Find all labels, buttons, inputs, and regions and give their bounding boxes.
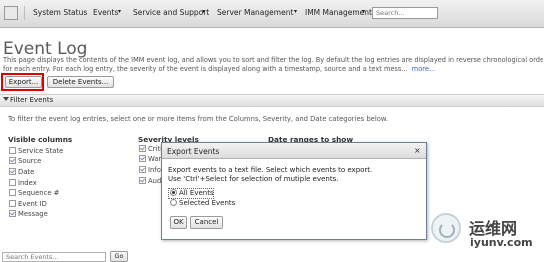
radio-all-events[interactable]: All Events bbox=[170, 189, 214, 198]
checkbox[interactable] bbox=[9, 147, 16, 154]
severity-checkbox-audit[interactable]: Audi bbox=[139, 177, 163, 186]
severity-checkbox-info[interactable]: Info bbox=[139, 166, 161, 175]
dialog-message-line: Export events to a text file. Select whi… bbox=[168, 166, 373, 174]
dialog-message: Export events to a text file. Select whi… bbox=[168, 166, 420, 184]
export-events-dialog: Export Events × Export events to a text … bbox=[161, 142, 427, 240]
checkbox-label: Service State bbox=[18, 147, 64, 155]
close-icon[interactable]: × bbox=[414, 146, 421, 155]
checkbox-checked[interactable] bbox=[9, 168, 16, 175]
nav-divider bbox=[24, 6, 25, 20]
visible-columns-heading: Visible columns bbox=[8, 135, 73, 144]
ok-button[interactable]: OK bbox=[170, 216, 187, 229]
go-button[interactable]: Go bbox=[110, 251, 128, 262]
dialog-message-line-2: Use 'Ctrl'+Select for selection of mutip… bbox=[168, 175, 339, 183]
column-checkbox-service-state[interactable]: Service State bbox=[9, 147, 63, 156]
dialog-title: Export Events bbox=[167, 147, 220, 156]
delete-events-button[interactable]: Delete Events... bbox=[47, 76, 114, 88]
column-checkbox-event-id[interactable]: Event ID bbox=[9, 200, 47, 209]
radio-label: Selected Events bbox=[179, 199, 236, 207]
triangle-down-icon bbox=[3, 97, 9, 101]
radio-label: All Events bbox=[179, 189, 214, 197]
column-checkbox-source[interactable]: Source bbox=[9, 157, 41, 166]
checkbox-label: Info bbox=[148, 166, 161, 174]
column-checkbox-date[interactable]: Date bbox=[9, 168, 34, 177]
checkbox-label: Message bbox=[18, 210, 48, 218]
export-button[interactable]: Export... bbox=[5, 76, 42, 88]
description-text: for each entry. For each log entry, the … bbox=[3, 64, 408, 73]
nav-search-input[interactable] bbox=[372, 7, 438, 19]
nav-service-support[interactable]: Service and Support bbox=[133, 8, 209, 17]
nav-server-management[interactable]: Server Management bbox=[217, 8, 293, 17]
radio-button[interactable] bbox=[170, 199, 177, 206]
cancel-button[interactable]: Cancel bbox=[190, 216, 223, 229]
nav-system-status[interactable]: System Status bbox=[33, 8, 87, 17]
checkbox-checked[interactable] bbox=[9, 157, 16, 164]
column-checkbox-message[interactable]: Message bbox=[9, 210, 48, 219]
checkbox-label: Event ID bbox=[18, 200, 47, 208]
column-checkbox-sequence[interactable]: Sequence # bbox=[9, 189, 59, 198]
watermark-url: iyunv.com bbox=[470, 236, 533, 249]
watermark-logo-icon bbox=[431, 213, 461, 243]
filter-events-toggle[interactable]: Filter Events bbox=[0, 94, 544, 107]
description-line: This page displays the contents of the I… bbox=[3, 56, 543, 64]
page-description: This page displays the contents of the I… bbox=[3, 56, 543, 73]
checkbox[interactable] bbox=[9, 179, 16, 186]
checkbox[interactable] bbox=[9, 189, 16, 196]
checkbox-label: Index bbox=[18, 179, 37, 187]
event-search-input[interactable] bbox=[2, 252, 106, 262]
filter-events-label: Filter Events bbox=[10, 96, 54, 104]
home-icon[interactable] bbox=[4, 6, 18, 20]
more-link[interactable]: more... bbox=[412, 65, 435, 73]
checkbox-label: Criti bbox=[148, 145, 162, 153]
checkbox-checked[interactable] bbox=[139, 155, 146, 162]
checkbox-checked[interactable] bbox=[139, 145, 146, 152]
chevron-down-icon: ▾ bbox=[294, 8, 298, 15]
checkbox-label: Date bbox=[18, 168, 35, 176]
checkbox-checked[interactable] bbox=[139, 166, 146, 173]
checkbox-label: Source bbox=[18, 157, 42, 165]
dialog-titlebar[interactable]: Export Events × bbox=[162, 143, 426, 159]
severity-checkbox-critical[interactable]: Criti bbox=[139, 145, 162, 154]
checkbox-checked[interactable] bbox=[9, 210, 16, 217]
checkbox-label: Sequence # bbox=[18, 189, 60, 197]
chevron-down-icon: ▾ bbox=[362, 8, 366, 15]
radio-button-selected[interactable] bbox=[170, 189, 177, 196]
column-checkbox-index[interactable]: Index bbox=[9, 179, 37, 188]
filter-instructions: To filter the event log entries, select … bbox=[8, 115, 388, 123]
chevron-down-icon: ▾ bbox=[202, 8, 206, 15]
top-nav-bar: System Status Events ▾ Service and Suppo… bbox=[0, 0, 544, 28]
radio-selected-events[interactable]: Selected Events bbox=[170, 199, 235, 208]
checkbox-checked[interactable] bbox=[139, 177, 146, 184]
checkbox[interactable] bbox=[9, 200, 16, 207]
chevron-down-icon: ▾ bbox=[118, 8, 122, 15]
nav-events[interactable]: Events bbox=[93, 8, 118, 17]
description-line-2: for each entry. For each log entry, the … bbox=[3, 65, 543, 74]
